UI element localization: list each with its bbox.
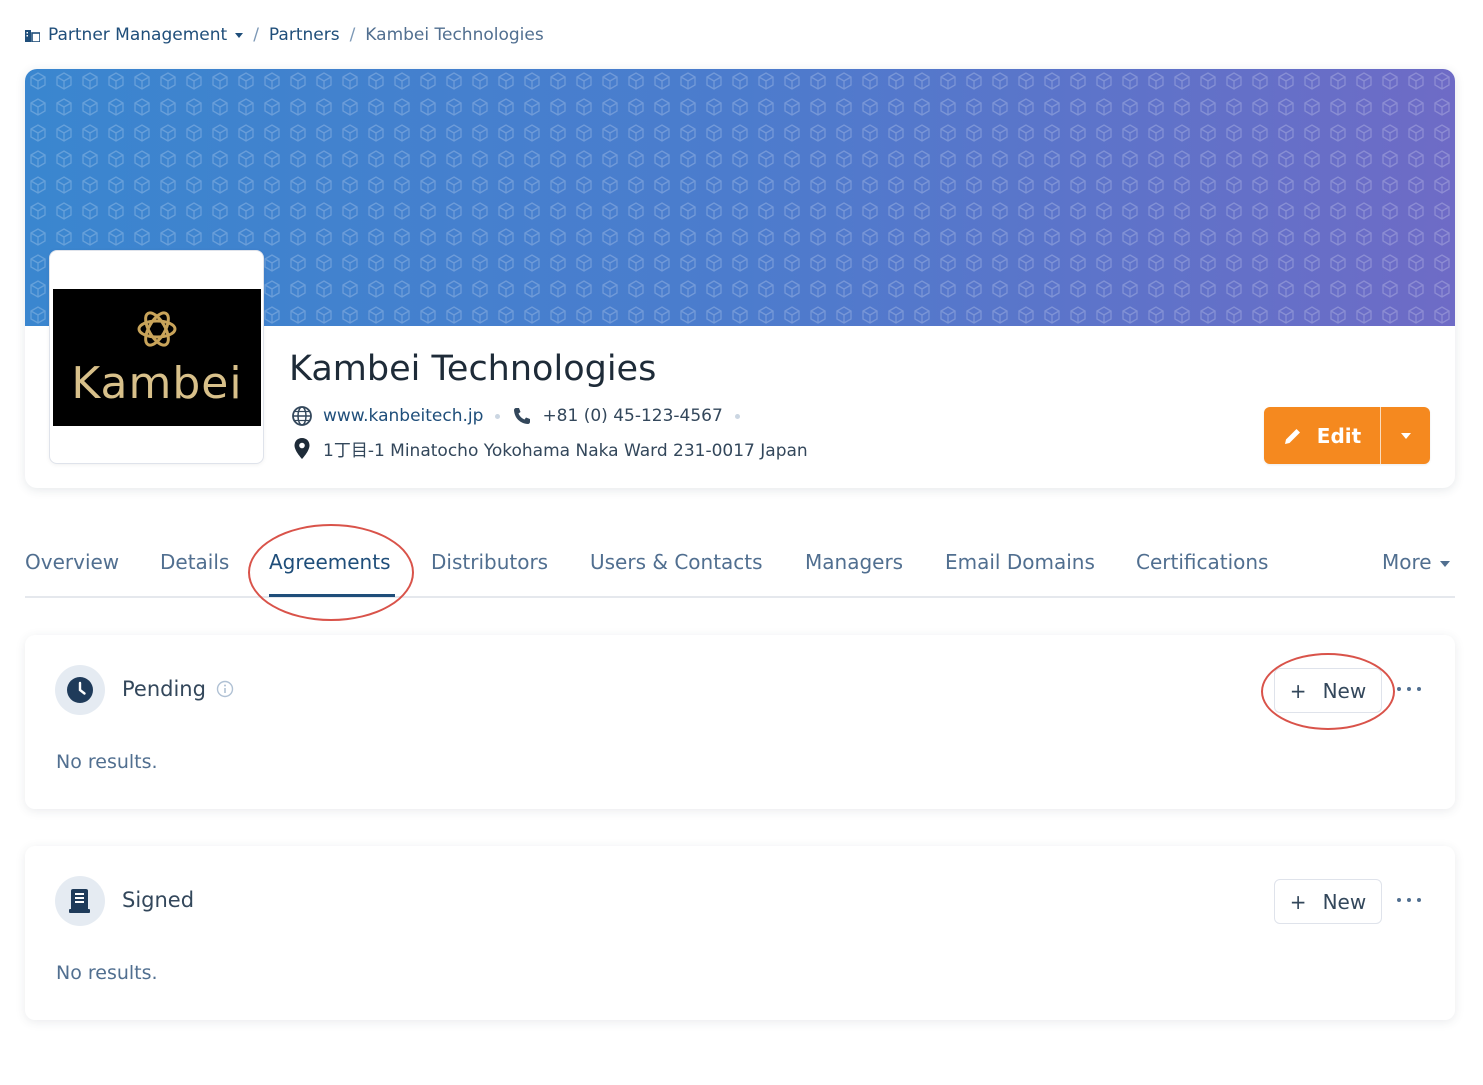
breadcrumb-partner-management[interactable]: Partner Management [48,25,244,45]
plus-icon: + [1289,678,1307,703]
breadcrumb-partners[interactable]: Partners [269,25,340,45]
chevron-down-icon [1439,560,1450,567]
tab-bar: Overview Details Agreements Distributors… [25,540,1455,598]
pencil-icon [1284,428,1300,444]
phone-icon [514,408,531,424]
building-icon [25,29,40,42]
tab-certifications[interactable]: Certifications [1136,550,1268,574]
breadcrumb-current: Kambei Technologies [365,25,544,45]
tab-overview[interactable]: Overview [25,550,119,574]
signed-new-button[interactable]: + New [1274,879,1382,924]
pending-new-label: New [1322,678,1367,703]
pending-section-icon [55,665,105,715]
tab-more[interactable]: More [1382,550,1450,574]
tab-more-label: More [1382,550,1432,574]
breadcrumb-separator: / [253,25,259,45]
separator-dot [495,413,501,419]
pending-section: Pending No results. + New [25,635,1455,809]
info-icon[interactable] [216,680,234,698]
pending-title-label: Pending [122,677,206,701]
chevron-down-icon [1400,432,1411,439]
edit-label: Edit [1316,423,1362,448]
signed-title-label: Signed [122,888,195,912]
company-logo: Kambei [49,250,264,464]
logo-text: Kambei [71,358,243,409]
pending-more-options-icon[interactable] [1397,677,1421,701]
pending-title: Pending [122,677,234,701]
edit-button-group: Edit [1264,407,1430,464]
contact-row: www.kanbeitech.jp +81 (0) 45-123-4567 [291,405,752,427]
phone-number[interactable]: +81 (0) 45-123-4567 [542,406,722,426]
signed-section: Signed No results. + New [25,846,1455,1020]
pending-new-button[interactable]: + New [1274,668,1382,713]
document-icon [69,889,90,913]
signed-empty-message: No results. [56,962,158,984]
signed-more-options-icon[interactable] [1397,888,1421,912]
logo-image: Kambei [53,289,261,426]
plus-icon: + [1289,889,1307,914]
address-row: 1丁目-1 Minatocho Yokohama Naka Ward 231-0… [291,436,808,461]
separator-dot [734,413,740,419]
tab-email-domains[interactable]: Email Domains [945,550,1095,574]
partner-profile-card: Kambei Kambei Technologies www.kanbeitec… [25,69,1455,488]
tab-agreements[interactable]: Agreements [269,550,391,574]
pending-empty-message: No results. [56,751,158,773]
tab-details[interactable]: Details [160,550,229,574]
active-tab-indicator [269,594,395,597]
breadcrumb-separator: / [349,25,356,45]
signed-title: Signed [122,888,194,912]
website-link[interactable]: www.kanbeitech.jp [323,406,483,426]
edit-button[interactable]: Edit [1264,407,1381,464]
edit-dropdown-toggle[interactable] [1381,407,1430,464]
company-name: Kambei Technologies [289,349,657,389]
signed-new-label: New [1322,889,1367,914]
map-pin-icon [294,437,310,459]
tab-users-contacts[interactable]: Users & Contacts [590,550,763,574]
logo-emblem-icon [137,311,177,347]
breadcrumb: Partner Management / Partners / Kambei T… [25,22,544,48]
breadcrumb-root-label: Partner Management [48,25,228,45]
tab-managers[interactable]: Managers [805,550,903,574]
chevron-down-icon [235,32,244,38]
tab-distributors[interactable]: Distributors [431,550,548,574]
globe-icon [292,406,312,426]
clock-icon [67,677,93,703]
company-address: 1丁目-1 Minatocho Yokohama Naka Ward 231-0… [323,441,808,461]
signed-section-icon [55,876,105,926]
